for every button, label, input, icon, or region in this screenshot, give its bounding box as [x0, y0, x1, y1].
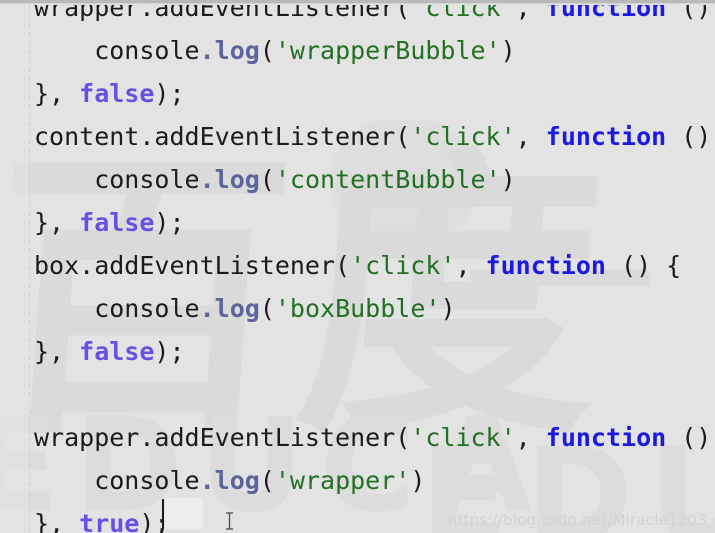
code-line[interactable]: box.addEventListener('click', function (… — [0, 244, 715, 287]
code-token-bool: false — [79, 79, 155, 108]
code-token-plain: console — [34, 36, 200, 65]
code-token-str: 'wrapperBubble' — [274, 36, 501, 65]
mouse-cursor-ibeam-icon — [224, 512, 235, 530]
code-token-plain: box.addEventListener( — [34, 251, 351, 280]
editor-top-shadow — [0, 3, 715, 5]
code-token-meth: log — [214, 466, 260, 495]
code-token-plain: ); — [154, 337, 185, 366]
code-line[interactable]: console.log('wrapper') — [0, 459, 715, 502]
code-token-dot: . — [199, 294, 215, 323]
code-editor-text-area[interactable]: wrapper.addEventListener('click', functi… — [0, 0, 715, 533]
code-token-plain: , — [455, 251, 486, 280]
code-token-plain: ) — [410, 466, 426, 495]
code-line[interactable]: }, false); — [0, 201, 715, 244]
csdn-url-watermark: https://blog.csdn.net/Miracle1203 — [447, 511, 707, 529]
code-token-plain: console — [34, 294, 200, 323]
code-token-plain: wrapper.addEventListener( — [34, 423, 411, 452]
code-token-meth: log — [214, 165, 260, 194]
code-line[interactable]: console.log('boxBubble') — [0, 287, 715, 330]
code-token-plain: () { — [605, 251, 682, 280]
code-token-plain: () { — [681, 122, 712, 151]
code-line[interactable]: wrapper.addEventListener('click', functi… — [0, 416, 715, 459]
code-token-dot: . — [199, 466, 215, 495]
code-token-plain: ( — [259, 36, 275, 65]
code-token-meth: log — [214, 36, 260, 65]
code-token-kw: function — [485, 251, 606, 280]
code-token-meth: log — [214, 294, 260, 323]
code-token-plain: ( — [259, 165, 275, 194]
code-token-plain: }, — [34, 208, 80, 237]
code-line[interactable]: console.log('contentBubble') — [0, 158, 715, 201]
code-token-plain: ) — [440, 294, 456, 323]
code-token-str: 'click' — [410, 122, 516, 151]
code-line[interactable]: }, false); — [0, 330, 715, 373]
code-token-str: 'click' — [410, 423, 516, 452]
code-token-plain: , — [515, 122, 546, 151]
code-token-str: 'wrapper' — [274, 466, 411, 495]
text-caret — [162, 499, 164, 529]
code-token-plain: , — [515, 423, 546, 452]
code-token-plain: console — [34, 466, 200, 495]
code-token-plain: ) — [500, 36, 516, 65]
code-token-plain: }, — [34, 79, 80, 108]
code-token-kw: function — [545, 122, 667, 151]
code-token-plain: ); — [154, 79, 185, 108]
screenshot-root: 百度 EDUCA EDU wrapper.addEventListener('c… — [0, 0, 715, 533]
code-line[interactable]: content.addEventListener('click', functi… — [0, 115, 715, 158]
code-token-bool: true — [79, 509, 140, 533]
code-token-dot: . — [199, 165, 215, 194]
code-token-bool: false — [79, 208, 155, 237]
code-token-plain: ) — [500, 165, 516, 194]
code-token-plain: ( — [259, 294, 275, 323]
code-token-plain: () { — [681, 423, 712, 452]
code-token-plain: content.addEventListener( — [34, 122, 411, 151]
code-token-str: 'click' — [350, 251, 456, 280]
code-token-kw: function — [545, 423, 667, 452]
code-token-plain: ); — [154, 208, 185, 237]
trailing-highlight-block — [165, 498, 203, 529]
code-token-plain: }, — [34, 337, 80, 366]
code-token-plain: ( — [259, 466, 275, 495]
code-token-str: 'contentBubble' — [274, 165, 501, 194]
code-token-plain: console — [34, 165, 200, 194]
code-line[interactable]: console.log('wrapperBubble') — [0, 29, 715, 72]
code-line[interactable]: }, false); — [0, 72, 715, 115]
code-token-plain: }, — [34, 509, 80, 533]
code-token-dot: . — [199, 36, 215, 65]
code-token-bool: false — [79, 337, 155, 366]
code-line[interactable] — [0, 373, 715, 416]
code-token-str: 'boxBubble' — [274, 294, 441, 323]
